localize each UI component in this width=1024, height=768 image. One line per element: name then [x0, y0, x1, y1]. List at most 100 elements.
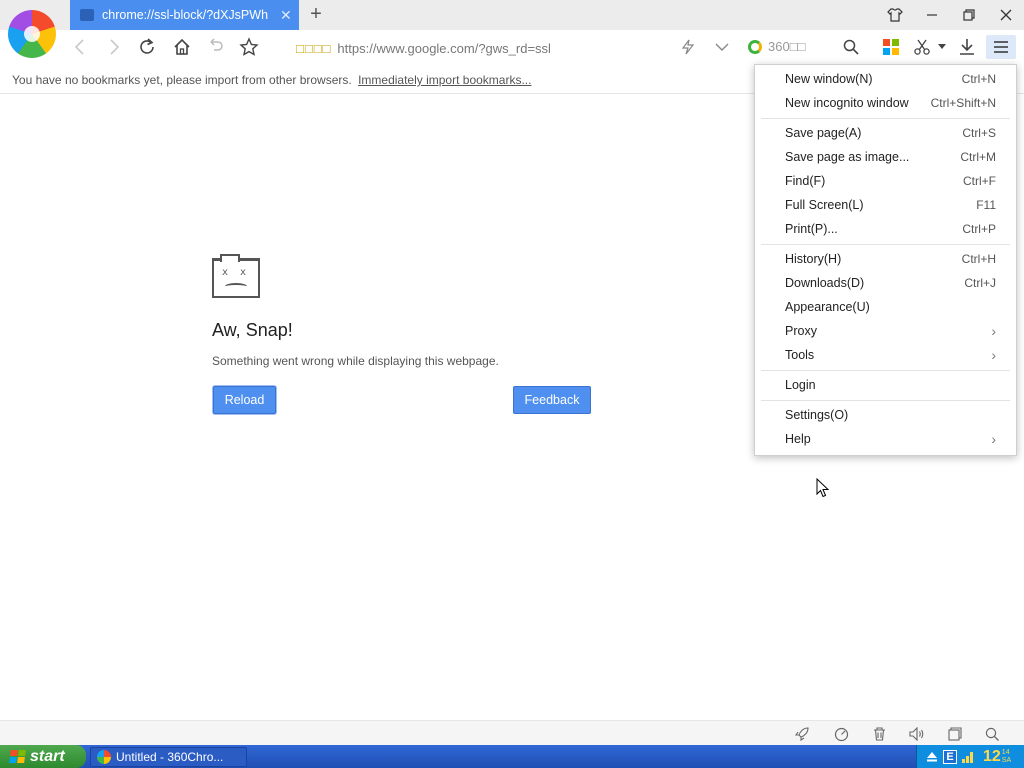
zoom-icon[interactable]	[982, 724, 1002, 744]
menu-item-shortcut: Ctrl+Shift+N	[930, 96, 996, 110]
menu-item-label: Proxy	[785, 324, 817, 338]
speed-mode-icon[interactable]	[676, 35, 700, 59]
mouse-cursor-icon	[816, 478, 830, 498]
menu-item-tools[interactable]: Tools ›	[755, 343, 1016, 367]
tab-active[interactable]: chrome://ssl-block/?dXJsPWh ✕	[70, 0, 299, 30]
menu-item-label: Help	[785, 432, 811, 446]
eject-icon[interactable]	[925, 750, 939, 764]
menu-item-label: Appearance(U)	[785, 300, 870, 314]
menu-item-label: Login	[785, 378, 816, 392]
menu-hamburger-icon[interactable]	[986, 35, 1016, 59]
download-icon[interactable]	[955, 35, 979, 59]
menu-item-label: Tools	[785, 348, 815, 362]
import-bookmarks-link[interactable]: Immediately import bookmarks...	[358, 73, 531, 87]
menu-item-label: Save page(A)	[785, 126, 862, 140]
main-menu: New window(N) Ctrl+N New incognito windo…	[754, 64, 1017, 456]
restore-icon[interactable]	[954, 2, 984, 28]
search-engine-selector[interactable]: 360□□	[748, 39, 805, 54]
sad-folder-icon: xx	[212, 254, 260, 298]
search-icon[interactable]	[839, 35, 863, 59]
windows-flag-icon	[9, 750, 26, 763]
reload-icon[interactable]	[135, 35, 159, 59]
menu-item-label: Settings(O)	[785, 408, 849, 422]
forward-icon[interactable]	[102, 35, 126, 59]
menu-item-shortcut: F11	[976, 198, 996, 212]
undo-close-icon[interactable]	[203, 35, 227, 59]
menu-item-downloads[interactable]: Downloads(D) Ctrl+J	[755, 271, 1016, 295]
trash-icon[interactable]	[869, 724, 889, 744]
taskbar-window-item[interactable]: Untitled - 360Chro...	[90, 747, 247, 767]
new-tab-button[interactable]: +	[306, 2, 326, 26]
menu-item-proxy[interactable]: Proxy ›	[755, 319, 1016, 343]
security-indicator: □□□□	[296, 40, 332, 56]
feedback-button[interactable]: Feedback	[513, 386, 591, 414]
back-icon[interactable]	[68, 35, 92, 59]
menu-item-full-screen[interactable]: Full Screen(L) F11	[755, 193, 1016, 217]
menu-item-label: History(H)	[785, 252, 842, 266]
menu-item-shortcut: Ctrl+N	[961, 72, 996, 86]
menu-separator	[761, 400, 1010, 401]
bookmark-star-icon[interactable]	[237, 35, 261, 59]
menu-item-label: Save page as image...	[785, 150, 910, 164]
bookmark-notice-text: You have no bookmarks yet, please import…	[12, 73, 352, 87]
start-button[interactable]: start	[0, 745, 86, 768]
chevron-down-icon[interactable]	[710, 35, 734, 59]
menu-separator	[761, 244, 1010, 245]
chevron-right-icon: ›	[991, 431, 996, 447]
menu-item-history[interactable]: History(H) Ctrl+H	[755, 247, 1016, 271]
start-label: start	[30, 747, 65, 765]
close-icon[interactable]	[991, 2, 1021, 28]
clock-ampm: SA	[1001, 756, 1012, 764]
menu-item-appearance[interactable]: Appearance(U)	[755, 295, 1016, 319]
search-engine-label: 360□□	[768, 39, 806, 54]
menu-item-help[interactable]: Help ›	[755, 427, 1016, 451]
menu-item-save-page[interactable]: Save page(A) Ctrl+S	[755, 121, 1016, 145]
menu-item-shortcut: Ctrl+P	[962, 222, 996, 236]
menu-item-login[interactable]: Login	[755, 373, 1016, 397]
menu-item-label: New window(N)	[785, 72, 873, 86]
rocket-icon[interactable]	[792, 724, 812, 744]
network-icon[interactable]	[961, 750, 975, 764]
volume-icon[interactable]	[906, 724, 926, 744]
menu-separator	[761, 118, 1010, 119]
360-logo-icon	[748, 39, 762, 54]
reload-button[interactable]: Reload	[213, 386, 276, 414]
input-method-icon[interactable]: E	[943, 749, 957, 764]
menu-item-new-incognito[interactable]: New incognito window Ctrl+Shift+N	[755, 91, 1016, 115]
tab-strip: chrome://ssl-block/?dXJsPWh ✕ +	[0, 0, 1024, 30]
menu-item-label: Find(F)	[785, 174, 826, 188]
skin-icon[interactable]	[880, 2, 910, 28]
menu-item-new-window[interactable]: New window(N) Ctrl+N	[755, 67, 1016, 91]
menu-item-shortcut: Ctrl+M	[960, 150, 996, 164]
menu-item-shortcut: Ctrl+F	[963, 174, 996, 188]
browser-icon	[97, 750, 111, 764]
home-icon[interactable]	[170, 35, 194, 59]
app-logo[interactable]	[8, 10, 56, 58]
menu-item-print[interactable]: Print(P)... Ctrl+P	[755, 217, 1016, 241]
toolbar: □□□□ https://www.google.com/?gws_rd=ssl …	[0, 30, 1024, 64]
clock-detail: 14 SA	[1001, 749, 1011, 765]
apps-icon[interactable]	[879, 35, 903, 59]
minimize-icon[interactable]	[917, 2, 947, 28]
menu-item-settings[interactable]: Settings(O)	[755, 403, 1016, 427]
menu-item-save-as-image[interactable]: Save page as image... Ctrl+M	[755, 145, 1016, 169]
menu-separator	[761, 370, 1010, 371]
tab-title: chrome://ssl-block/?dXJsPWh	[102, 8, 269, 22]
menu-item-label: New incognito window	[785, 96, 909, 110]
clock-hour[interactable]: 12	[983, 748, 1001, 766]
os-taskbar: start Untitled - 360Chro... E 12 14 SA	[0, 745, 1024, 768]
window-icon[interactable]	[945, 724, 965, 744]
screenshot-scissors-icon[interactable]	[910, 35, 934, 59]
address-bar[interactable]: □□□□ https://www.google.com/?gws_rd=ssl	[296, 38, 676, 58]
speed-dial-icon[interactable]	[831, 724, 851, 744]
menu-item-label: Print(P)...	[785, 222, 838, 236]
menu-item-find[interactable]: Find(F) Ctrl+F	[755, 169, 1016, 193]
menu-item-label: Full Screen(L)	[785, 198, 864, 212]
tab-close-icon[interactable]: ✕	[280, 7, 292, 24]
menu-item-label: Downloads(D)	[785, 276, 865, 290]
error-message: Something went wrong while displaying th…	[212, 354, 499, 368]
caret-down-icon[interactable]	[934, 35, 950, 59]
status-bar	[0, 720, 1024, 745]
system-tray: E 12 14 SA	[916, 745, 1024, 768]
menu-item-shortcut: Ctrl+J	[964, 276, 996, 290]
